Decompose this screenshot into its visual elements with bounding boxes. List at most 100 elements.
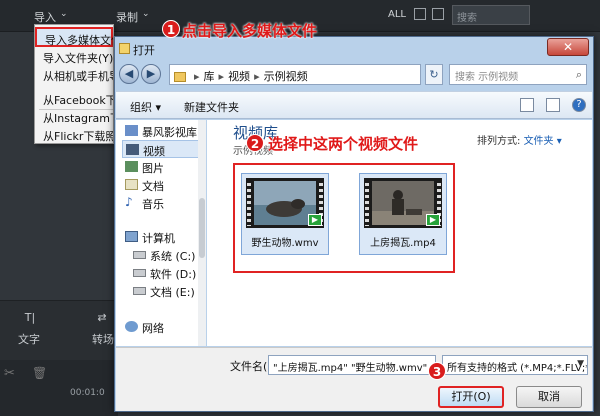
sidebar-item-computer[interactable]: 计算机	[122, 228, 204, 246]
grid-view-icon[interactable]	[414, 8, 426, 20]
wildlife-thumbnail-image	[254, 181, 316, 225]
dialog-search-placeholder: 搜索 示例视频	[455, 72, 519, 83]
menu-item-import-folder[interactable]: 导入文件夹(Y)...	[35, 47, 113, 67]
record-menu-button[interactable]: 录制	[116, 9, 138, 25]
computer-icon	[125, 231, 138, 242]
import-menu-button[interactable]: 导入	[34, 9, 56, 25]
sidebar-item-label: 软件 (D:)	[150, 268, 197, 281]
video-badge-icon: ▶	[308, 214, 322, 226]
timeline-strip: ✂ 🗑 00:01:0	[0, 360, 118, 416]
sidebar-item-drive-d[interactable]: 软件 (D:)	[130, 264, 204, 282]
cut-icon[interactable]: ✂	[4, 366, 15, 381]
sidebar-item-label: 网络	[142, 322, 164, 335]
sidebar-item-videos[interactable]: 视频	[122, 140, 204, 158]
arrange-label: 排列方式:	[477, 136, 521, 147]
breadcrumb[interactable]: ▸ 库 ▸ 视频 ▸ 示例视频	[169, 64, 421, 85]
organize-button[interactable]: 组织 ▾	[130, 99, 161, 115]
close-button[interactable]: ✕	[547, 38, 589, 56]
dialog-footer: 文件名(N): "上房揭瓦.mp4" "野生动物.wmv" 所有支持的格式 (*…	[116, 347, 592, 411]
sidebar-item-label: 视频	[143, 145, 165, 158]
step-instruction: 选择中这两个视频文件	[268, 135, 419, 153]
drive-icon	[133, 269, 146, 277]
navigation-pane: 暴风影视库 视频 图片 文档 ♪ 音乐 计算机 系统 (C:) 软件 (D:) 文…	[116, 120, 206, 346]
sidebar-item-documents[interactable]: 文档	[122, 176, 204, 194]
sidebar-item-baofeng[interactable]: 暴风影视库	[122, 122, 204, 140]
address-row: ◀ ▶ ▸ 库 ▸ 视频 ▸ 示例视频 ↻ 搜索 示例视频 ⌕	[119, 63, 591, 87]
menu-item-flickr[interactable]: 从Flickr下载照片	[35, 125, 113, 143]
breadcrumb-sample-videos[interactable]: 示例视频	[264, 70, 308, 83]
breadcrumb-videos[interactable]: 视频	[228, 70, 250, 83]
music-icon: ♪	[125, 195, 133, 209]
video-badge-icon: ▶	[426, 214, 440, 226]
selected-files-highlight: ▶ 野生动物.wmv ▶ 上房揭瓦.mp4	[233, 163, 455, 273]
roof-thumbnail-image	[372, 181, 434, 225]
menu-item-import-camera[interactable]: 从相机或手机导入	[35, 65, 113, 85]
text-tool-icon[interactable]: T|	[16, 311, 44, 324]
folder-icon	[119, 43, 130, 54]
file-name: 野生动物.wmv	[251, 238, 319, 249]
open-file-dialog: 打开 ✕ ◀ ▶ ▸ 库 ▸ 视频 ▸ 示例视频 ↻ 搜索 示例视频 ⌕ 组织 ▾ 新建文…	[114, 36, 594, 412]
file-name: 上房揭瓦.mp4	[370, 238, 436, 249]
dialog-toolbar: 组织 ▾ 新建文件夹 ?	[116, 91, 592, 119]
back-arrow-icon[interactable]: ◀	[119, 64, 139, 84]
chevron-down-icon: ▼	[577, 359, 584, 369]
filetype-select[interactable]: 所有支持的格式 (*.MP4;*.FLV;* ▼	[442, 355, 588, 375]
delete-icon[interactable]: 🗑	[32, 366, 47, 380]
pictures-icon	[125, 161, 138, 172]
cancel-button[interactable]: 取消	[516, 386, 582, 408]
menu-item-facebook[interactable]: 从Facebook下载	[35, 89, 113, 109]
file-item[interactable]: ▶ 野生动物.wmv	[241, 173, 329, 255]
text-tool-label: 文字	[18, 333, 40, 346]
arrange-value[interactable]: 文件夹 ▾	[524, 136, 562, 147]
transition-tool-icon[interactable]: ⇄	[88, 311, 116, 324]
library-icon	[125, 125, 138, 136]
video-thumbnail: ▶	[364, 178, 442, 228]
sidebar-item-music[interactable]: ♪ 音乐	[122, 194, 204, 212]
refresh-icon[interactable]: ↻	[425, 64, 443, 85]
dialog-search-input[interactable]: 搜索 示例视频 ⌕	[449, 64, 587, 85]
sidebar-item-label: 系统 (C:)	[150, 250, 196, 263]
sidebar-item-label: 图片	[142, 162, 164, 175]
record-chevron-icon: ⌄	[142, 9, 150, 19]
file-item[interactable]: ▶ 上房揭瓦.mp4	[359, 173, 447, 255]
open-button[interactable]: 打开(O)	[438, 386, 504, 408]
sidebar-item-drive-c[interactable]: 系统 (C:)	[130, 246, 204, 264]
sidebar-item-label: 计算机	[142, 232, 175, 245]
sidebar-item-label: 音乐	[142, 198, 164, 211]
video-library-icon	[126, 144, 139, 155]
timecode-label: 00:01:0	[70, 388, 105, 398]
media-search-input[interactable]: 搜索	[452, 5, 530, 25]
menu-item-instagram[interactable]: 从Instagram下载	[35, 107, 113, 127]
new-folder-button[interactable]: 新建文件夹	[184, 99, 239, 115]
library-folder-icon	[174, 72, 186, 82]
sidebar-item-pictures[interactable]: 图片	[122, 158, 204, 176]
network-icon	[125, 321, 138, 332]
step-badge: 3	[428, 362, 446, 380]
drive-icon	[133, 251, 146, 259]
sidebar-item-label: 暴风影视库	[142, 126, 197, 139]
preview-pane-icon[interactable]	[546, 98, 560, 112]
sidebar-scrollbar[interactable]	[198, 120, 206, 346]
drive-icon	[133, 287, 146, 295]
menu-item-import-media[interactable]: 导入多媒体文件(X)...	[35, 27, 113, 47]
forward-arrow-icon[interactable]: ▶	[141, 64, 161, 84]
filetype-value: 所有支持的格式 (*.MP4;*.FLV;*	[447, 363, 588, 374]
help-icon[interactable]: ?	[572, 98, 586, 112]
import-dropdown-menu: 导入多媒体文件(X)... 导入文件夹(Y)... 从相机或手机导入 从Face…	[34, 24, 114, 144]
sidebar-item-label: 文档	[142, 180, 164, 193]
search-icon: ⌕	[575, 68, 582, 81]
list-view-icon[interactable]	[432, 8, 444, 20]
scrollbar-thumb[interactable]	[199, 198, 205, 258]
view-options-icon[interactable]	[520, 98, 534, 112]
dialog-title: 打开	[133, 44, 155, 57]
sidebar-item-drive-e[interactable]: 文档 (E:)	[130, 282, 204, 300]
filter-all-button[interactable]: ALL	[388, 9, 406, 20]
sidebar-item-network[interactable]: 网络	[122, 318, 204, 336]
documents-icon	[125, 179, 138, 190]
step-instruction: 点击导入多媒体文件	[182, 22, 318, 40]
step-badge: 2	[246, 134, 264, 152]
video-thumbnail: ▶	[246, 178, 324, 228]
filename-input[interactable]: "上房揭瓦.mp4" "野生动物.wmv"	[268, 355, 436, 375]
arrange-by[interactable]: 排列方式: 文件夹 ▾	[477, 132, 562, 147]
breadcrumb-library[interactable]: 库	[204, 70, 215, 83]
